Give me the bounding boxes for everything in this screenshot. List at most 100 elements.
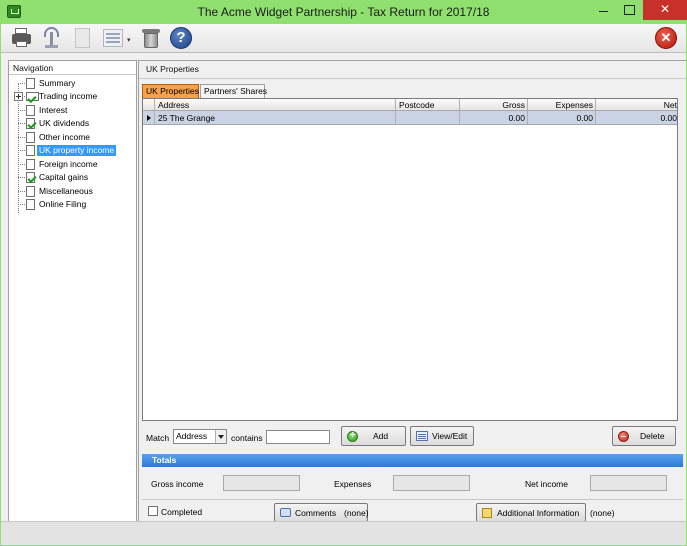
row-indicator-header	[143, 99, 155, 110]
nav-item-interest[interactable]: Interest	[9, 104, 136, 117]
page-icon	[26, 105, 35, 116]
nav-item-label: Interest	[39, 105, 68, 115]
minimize-button[interactable]	[590, 0, 616, 20]
nav-item-label: UK property income	[37, 145, 117, 156]
printer-icon[interactable]	[10, 26, 34, 50]
nav-item-label: UK dividends	[39, 118, 90, 128]
additional-information-button[interactable]: Additional Information	[476, 503, 586, 522]
row-indicator	[143, 111, 155, 124]
window-title: The Acme Widget Partnership - Tax Return…	[197, 5, 490, 19]
row-pointer-icon	[147, 115, 151, 121]
nav-item-uk-dividends[interactable]: UK dividends	[9, 117, 136, 130]
cell-net[interactable]: 0.00	[596, 111, 677, 124]
tab-partners-shares[interactable]: Partners' Shares	[200, 84, 267, 98]
window-close-button[interactable]: ✕	[643, 0, 687, 20]
document-icon[interactable]	[71, 26, 95, 50]
page-icon	[26, 186, 35, 197]
page-check-icon	[26, 118, 35, 129]
add-button[interactable]: Add	[341, 426, 406, 446]
help-glyph: ?	[170, 27, 192, 49]
nav-item-label: Trading income	[39, 91, 98, 101]
net-income-label: Net income	[525, 479, 568, 489]
add-icon	[347, 427, 358, 445]
footer-row: Completed Comments (none) Additional Inf…	[142, 499, 683, 523]
nav-item-label: Capital gains	[39, 172, 89, 182]
additional-information-button-label: Additional Information	[497, 508, 580, 518]
table-header: Address Postcode Gross Expenses Net	[143, 99, 677, 111]
cell-expenses[interactable]: 0.00	[528, 111, 596, 124]
table-row[interactable]: 25 The Grange 0.00 0.00 0.00	[143, 111, 677, 125]
column-header-gross[interactable]: Gross	[460, 99, 528, 110]
delete-button[interactable]: Delete	[612, 426, 676, 446]
main-area: Navigation Summary Trading income Intere…	[1, 53, 687, 545]
additional-information-status: (none)	[590, 508, 615, 518]
tab-uk-properties[interactable]: UK Properties	[142, 84, 199, 98]
nav-item-capital-gains[interactable]: Capital gains	[9, 171, 136, 184]
nav-item-label: Other income	[39, 132, 91, 142]
cell-address[interactable]: 25 The Grange	[155, 111, 396, 124]
status-bar	[1, 521, 686, 545]
completed-checkbox[interactable]	[148, 506, 158, 516]
delete-button-label: Delete	[640, 431, 665, 441]
match-field-value: Address	[176, 431, 208, 441]
form-icon	[416, 431, 428, 441]
nav-item-other-income[interactable]: Other income	[9, 131, 136, 144]
chevron-down-icon: ▾	[127, 37, 131, 44]
totals-row: Gross income Expenses Net income	[142, 467, 683, 499]
completed-label[interactable]: Completed	[161, 507, 202, 517]
cell-gross[interactable]: 0.00	[460, 111, 528, 124]
page-check-icon	[26, 172, 35, 183]
page-icon	[26, 132, 35, 143]
net-income-field	[590, 475, 667, 491]
page-icon	[26, 199, 35, 210]
navigation-header: Navigation	[9, 61, 136, 75]
transmit-tower-icon[interactable]	[40, 26, 64, 50]
note-icon	[482, 508, 492, 518]
dropdown-arrow-icon[interactable]	[215, 430, 226, 443]
page-icon	[26, 78, 35, 89]
nav-item-summary[interactable]: Summary	[9, 77, 136, 90]
filter-bar: Match Address contains Add View/Edit	[142, 423, 683, 453]
page-icon	[26, 159, 35, 170]
toolbar: ▾ ? ✕	[1, 24, 686, 53]
bin-icon[interactable]	[139, 26, 163, 50]
nav-item-miscellaneous[interactable]: Miscellaneous	[9, 185, 136, 198]
column-header-expenses[interactable]: Expenses	[528, 99, 596, 110]
title-bar: The Acme Widget Partnership - Tax Return…	[0, 0, 687, 24]
comments-button-label: Comments	[295, 508, 337, 518]
navigation-tree: Summary Trading income Interest UK divid…	[9, 75, 136, 523]
properties-table[interactable]: Address Postcode Gross Expenses Net 25 T…	[142, 98, 678, 421]
expand-icon[interactable]	[14, 92, 23, 101]
comments-status: (none)	[344, 508, 369, 518]
nav-item-label: Miscellaneous	[39, 186, 93, 196]
nav-item-foreign-income[interactable]: Foreign income	[9, 158, 136, 171]
gross-income-label: Gross income	[151, 479, 204, 489]
contains-input[interactable]	[266, 430, 330, 444]
content-panel: UK Properties UK Properties Partners' Sh…	[138, 60, 687, 523]
match-label: Match	[146, 433, 170, 443]
add-button-label: Add	[373, 431, 389, 441]
column-header-net[interactable]: Net	[596, 99, 677, 110]
maximize-button[interactable]	[616, 0, 642, 20]
expenses-field	[393, 475, 470, 491]
page-icon	[26, 145, 35, 156]
delete-icon	[618, 431, 629, 442]
help-icon[interactable]: ?	[169, 26, 193, 50]
nav-item-uk-property-income[interactable]: UK property income	[9, 144, 136, 157]
exit-icon[interactable]: ✕	[655, 27, 677, 49]
nav-item-label: Summary	[39, 78, 76, 88]
column-header-postcode[interactable]: Postcode	[396, 99, 460, 110]
cell-postcode[interactable]	[396, 111, 460, 124]
column-header-address[interactable]: Address	[155, 99, 396, 110]
nav-item-online-filing[interactable]: Online Filing	[9, 198, 136, 211]
contains-label: contains	[231, 433, 263, 443]
nav-item-label: Foreign income	[39, 159, 98, 169]
section-title: UK Properties	[146, 64, 199, 74]
view-edit-button[interactable]: View/Edit	[410, 426, 474, 446]
navigation-panel: Navigation Summary Trading income Intere…	[8, 60, 137, 522]
list-menu-icon[interactable]: ▾	[101, 26, 135, 50]
nav-item-trading-income[interactable]: Trading income	[9, 90, 136, 103]
expenses-label: Expenses	[334, 479, 372, 489]
match-field-select[interactable]: Address	[173, 429, 227, 444]
view-edit-button-label: View/Edit	[432, 431, 468, 441]
